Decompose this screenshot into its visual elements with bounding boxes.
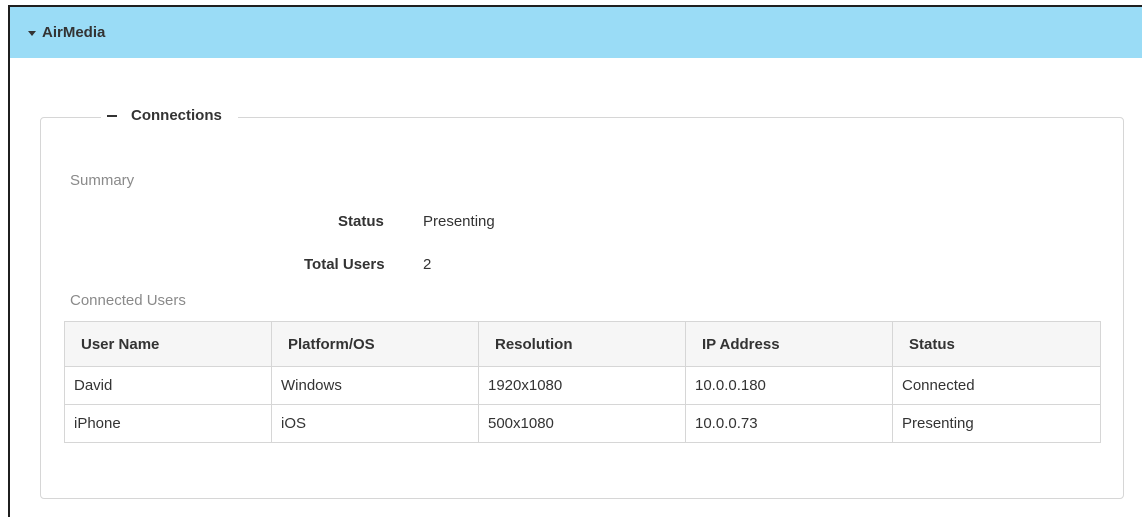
table-row: iPhone iOS 500x1080 10.0.0.73 Presenting: [64, 404, 1101, 443]
cell-resolution: 500x1080: [478, 404, 686, 443]
connected-users-table: User Name Platform/OS Resolution IP Addr…: [64, 321, 1101, 443]
connections-legend: Connections: [131, 107, 222, 124]
cell-resolution: 1920x1080: [478, 366, 686, 405]
column-header-platform[interactable]: Platform/OS: [271, 321, 479, 367]
cell-platform: iOS: [271, 404, 479, 443]
cell-user-name: David: [64, 366, 272, 405]
caret-down-icon: [28, 30, 36, 36]
status-label: Status: [338, 213, 384, 230]
cell-platform: Windows: [271, 366, 479, 405]
cell-status: Presenting: [892, 404, 1101, 443]
column-header-status[interactable]: Status: [892, 321, 1101, 367]
cell-ip-address: 10.0.0.180: [685, 366, 893, 405]
column-header-resolution[interactable]: Resolution: [478, 321, 686, 367]
accordion-title: AirMedia: [42, 24, 106, 41]
total-users-value: 2: [423, 256, 432, 273]
cell-status: Connected: [892, 366, 1101, 405]
total-users-label: Total Users: [304, 256, 385, 273]
summary-label: Summary: [70, 172, 135, 189]
minus-icon: [107, 114, 117, 117]
airmedia-accordion-header[interactable]: AirMedia: [10, 7, 1142, 58]
connected-users-label: Connected Users: [70, 292, 186, 309]
cell-ip-address: 10.0.0.73: [685, 404, 893, 443]
connections-toggle[interactable]: Connections: [101, 107, 238, 124]
page-frame: AirMedia Connections Summary Status Pres…: [8, 5, 1142, 517]
column-header-user-name[interactable]: User Name: [64, 321, 272, 367]
table-header-row: User Name Platform/OS Resolution IP Addr…: [64, 321, 1101, 367]
connections-panel: Connections Summary Status Presenting To…: [40, 107, 1124, 499]
cell-user-name: iPhone: [64, 404, 272, 443]
table-row: David Windows 1920x1080 10.0.0.180 Conne…: [64, 366, 1101, 405]
status-value: Presenting: [423, 213, 495, 230]
column-header-ip-address[interactable]: IP Address: [685, 321, 893, 367]
